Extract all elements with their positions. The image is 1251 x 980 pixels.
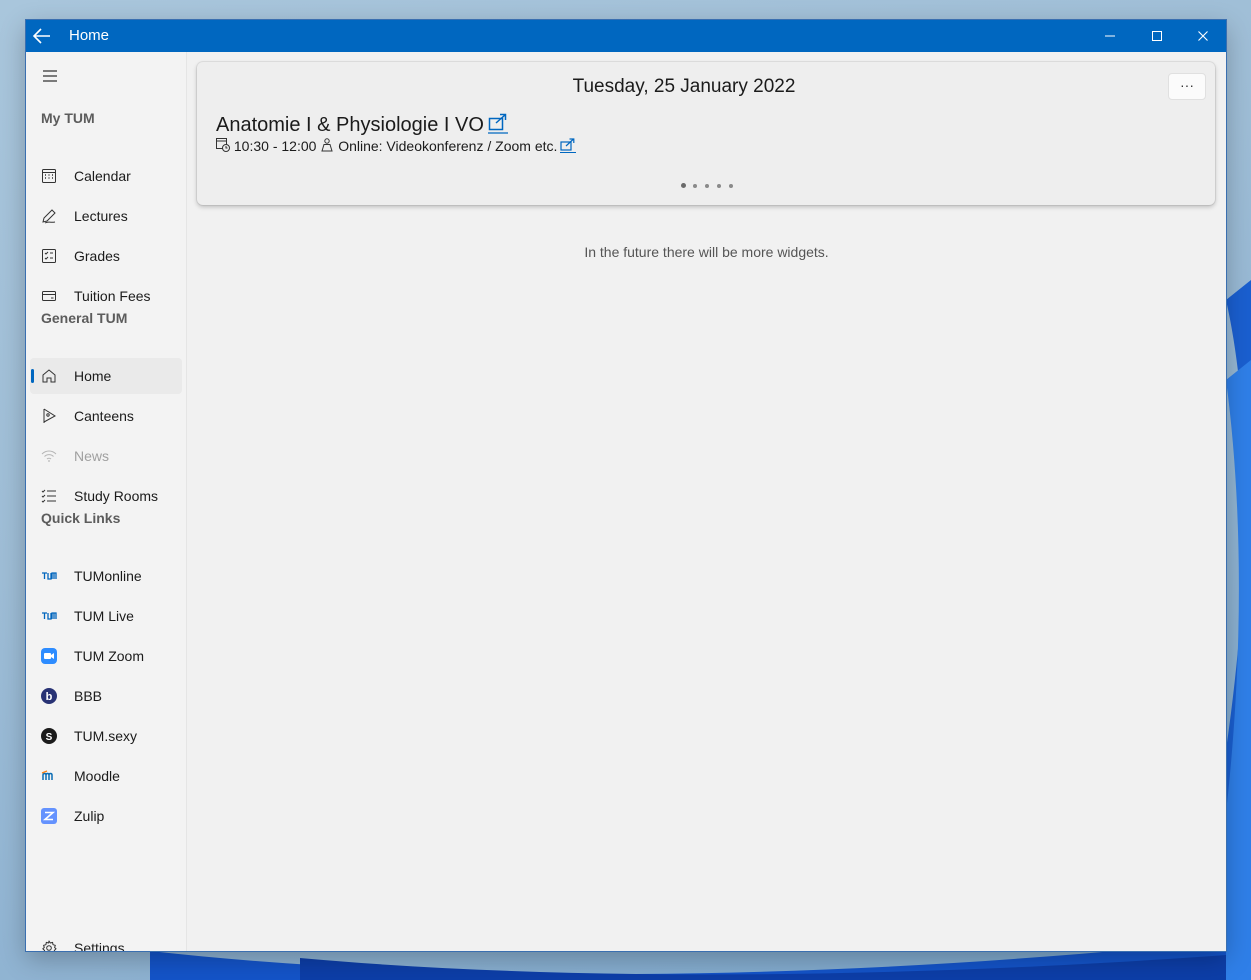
nav-item-tum-live[interactable]: TUM Live [30, 598, 182, 634]
nav-label: TUM Zoom [74, 648, 144, 664]
nav-item-grades[interactable]: Grades [30, 238, 182, 274]
nav-item-tum-sexy[interactable]: S TUM.sexy [30, 718, 182, 754]
selection-indicator [31, 369, 34, 383]
back-arrow-icon[interactable] [30, 24, 54, 48]
nav-label: Moodle [74, 768, 120, 784]
nav-label: Settings [74, 940, 125, 951]
nav-item-zulip[interactable]: Zulip [30, 798, 182, 834]
nav-label: TUM Live [74, 608, 134, 624]
nav-label: Home [74, 368, 112, 384]
lecture-meta-row: 10:30 - 12:00 Online: Videokonferenz / Z… [216, 137, 577, 154]
nav-label: Canteens [74, 408, 134, 424]
lecture-location: Online: Videokonferenz / Zoom etc. [338, 138, 558, 154]
credit-card-icon [42, 291, 56, 301]
checklist-icon [41, 489, 56, 503]
future-widgets-note: In the future there will be more widgets… [584, 244, 829, 260]
grades-icon [42, 249, 56, 263]
gear-icon [42, 940, 57, 951]
nav-item-moodle[interactable]: Moodle [30, 758, 182, 794]
svg-text:S: S [46, 732, 53, 743]
maximize-button[interactable] [1145, 24, 1169, 48]
tum-logo-icon [42, 572, 57, 580]
widget-date: Tuesday, 25 January 2022 [572, 76, 796, 97]
pager-dot[interactable] [705, 184, 709, 188]
lecture-title: Anatomie I & Physiologie I VO [216, 114, 484, 136]
nav-label: TUMonline [74, 568, 142, 584]
tum-logo-icon [42, 612, 57, 620]
nav-item-tum-zoom[interactable]: TUM Zoom [30, 638, 182, 674]
nav-label: Grades [74, 248, 120, 264]
section-header-quick-links: Quick Links [41, 510, 121, 526]
location-person-icon [321, 138, 333, 152]
nav-item-canteens[interactable]: Canteens [30, 398, 182, 434]
tum-sexy-icon: S [41, 728, 57, 744]
nav-label: Zulip [74, 808, 105, 824]
bbb-icon: b [41, 688, 57, 704]
pager-dot[interactable] [729, 184, 733, 188]
widget-pager [677, 182, 737, 190]
more-options-button[interactable]: ··· [1168, 73, 1206, 100]
title-bar: Home [26, 20, 1226, 52]
wifi-icon [41, 450, 57, 462]
calendar-clock-icon [216, 138, 230, 152]
pager-dot[interactable] [717, 184, 721, 188]
minimize-button[interactable] [1098, 24, 1122, 48]
lecture-time: 10:30 - 12:00 [233, 138, 317, 154]
app-window: Home My TUM Calendar Lectures Grades Tui… [26, 20, 1226, 951]
lecture-widget-card: Tuesday, 25 January 2022 ··· Anatomie I … [197, 62, 1215, 205]
open-external-icon[interactable] [560, 137, 577, 153]
nav-item-calendar[interactable]: Calendar [30, 158, 182, 194]
nav-label: BBB [74, 688, 103, 704]
nav-label: Calendar [74, 168, 131, 184]
hamburger-menu-icon[interactable] [40, 66, 60, 86]
nav-item-settings[interactable]: Settings [30, 930, 182, 951]
section-header-my-tum: My TUM [41, 110, 95, 126]
nav-label: News [74, 448, 110, 464]
lecture-title-row: Anatomie I & Physiologie I VO [216, 112, 508, 137]
nav-label: TUM.sexy [74, 728, 137, 744]
nav-label: Lectures [74, 208, 128, 224]
section-header-general-tum: General TUM [41, 310, 128, 326]
zoom-icon [41, 648, 57, 664]
pen-icon [42, 209, 56, 224]
moodle-icon [41, 770, 53, 780]
nav-item-lectures[interactable]: Lectures [30, 198, 182, 234]
nav-item-tuition-fees[interactable]: Tuition Fees [30, 278, 182, 314]
close-button[interactable] [1191, 24, 1215, 48]
svg-text:b: b [46, 691, 53, 703]
zulip-icon [41, 808, 57, 824]
nav-item-tumonline[interactable]: TUMonline [30, 558, 182, 594]
nav-label: Study Rooms [74, 488, 159, 504]
nav-item-study-rooms[interactable]: Study Rooms [30, 478, 182, 514]
pager-dot[interactable] [693, 184, 697, 188]
nav-item-news: News [30, 438, 182, 474]
calendar-icon [42, 169, 56, 183]
pager-dot[interactable] [681, 183, 686, 188]
navigation-pane: My TUM Calendar Lectures Grades Tuition … [26, 52, 186, 951]
home-content: Tuesday, 25 January 2022 ··· Anatomie I … [187, 52, 1226, 951]
nav-item-home[interactable]: Home [30, 358, 182, 394]
nav-label: Tuition Fees [74, 288, 151, 304]
home-icon [42, 369, 56, 383]
food-icon [43, 408, 56, 423]
window-title: Home [69, 27, 110, 44]
nav-item-bbb[interactable]: b BBB [30, 678, 182, 714]
open-external-icon[interactable] [487, 112, 508, 134]
